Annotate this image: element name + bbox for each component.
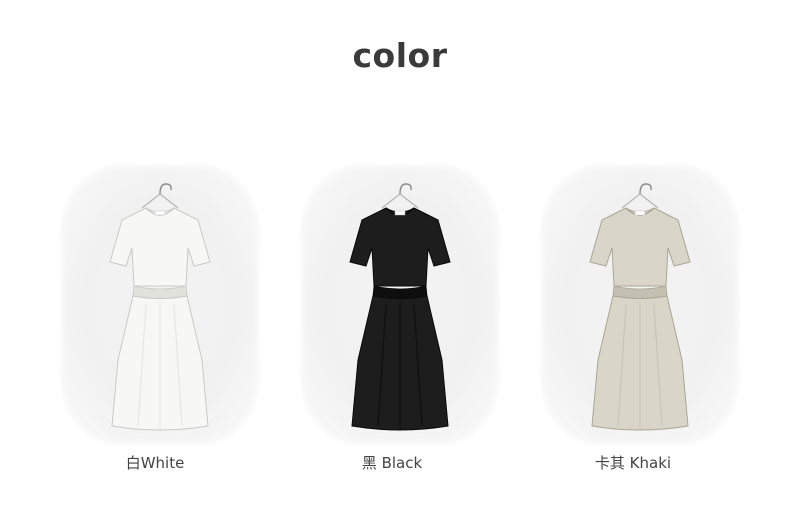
color-label-khaki: 卡其 Khaki — [594, 454, 672, 472]
dress-image-black — [349, 183, 451, 431]
color-label-black: 黑 Black — [361, 454, 423, 472]
dress-waistband — [132, 285, 188, 299]
page-title: color — [352, 36, 448, 75]
dress-bodice — [109, 207, 211, 287]
color-swatch-white[interactable] — [60, 164, 260, 446]
dress-waistband — [372, 285, 428, 299]
dress-image-white — [109, 183, 211, 431]
color-label-white: 白White — [125, 454, 185, 472]
color-swatch-khaki[interactable] — [540, 164, 740, 446]
hanger-hook-icon — [159, 183, 172, 195]
dress-waistband — [612, 285, 668, 299]
hanger-hook-icon — [639, 183, 652, 195]
hanger-hook-icon — [399, 183, 412, 195]
dress-image-khaki — [589, 183, 691, 431]
dress-bodice — [349, 207, 451, 287]
dress-bodice — [589, 207, 691, 287]
color-swatch-black[interactable] — [300, 164, 500, 446]
